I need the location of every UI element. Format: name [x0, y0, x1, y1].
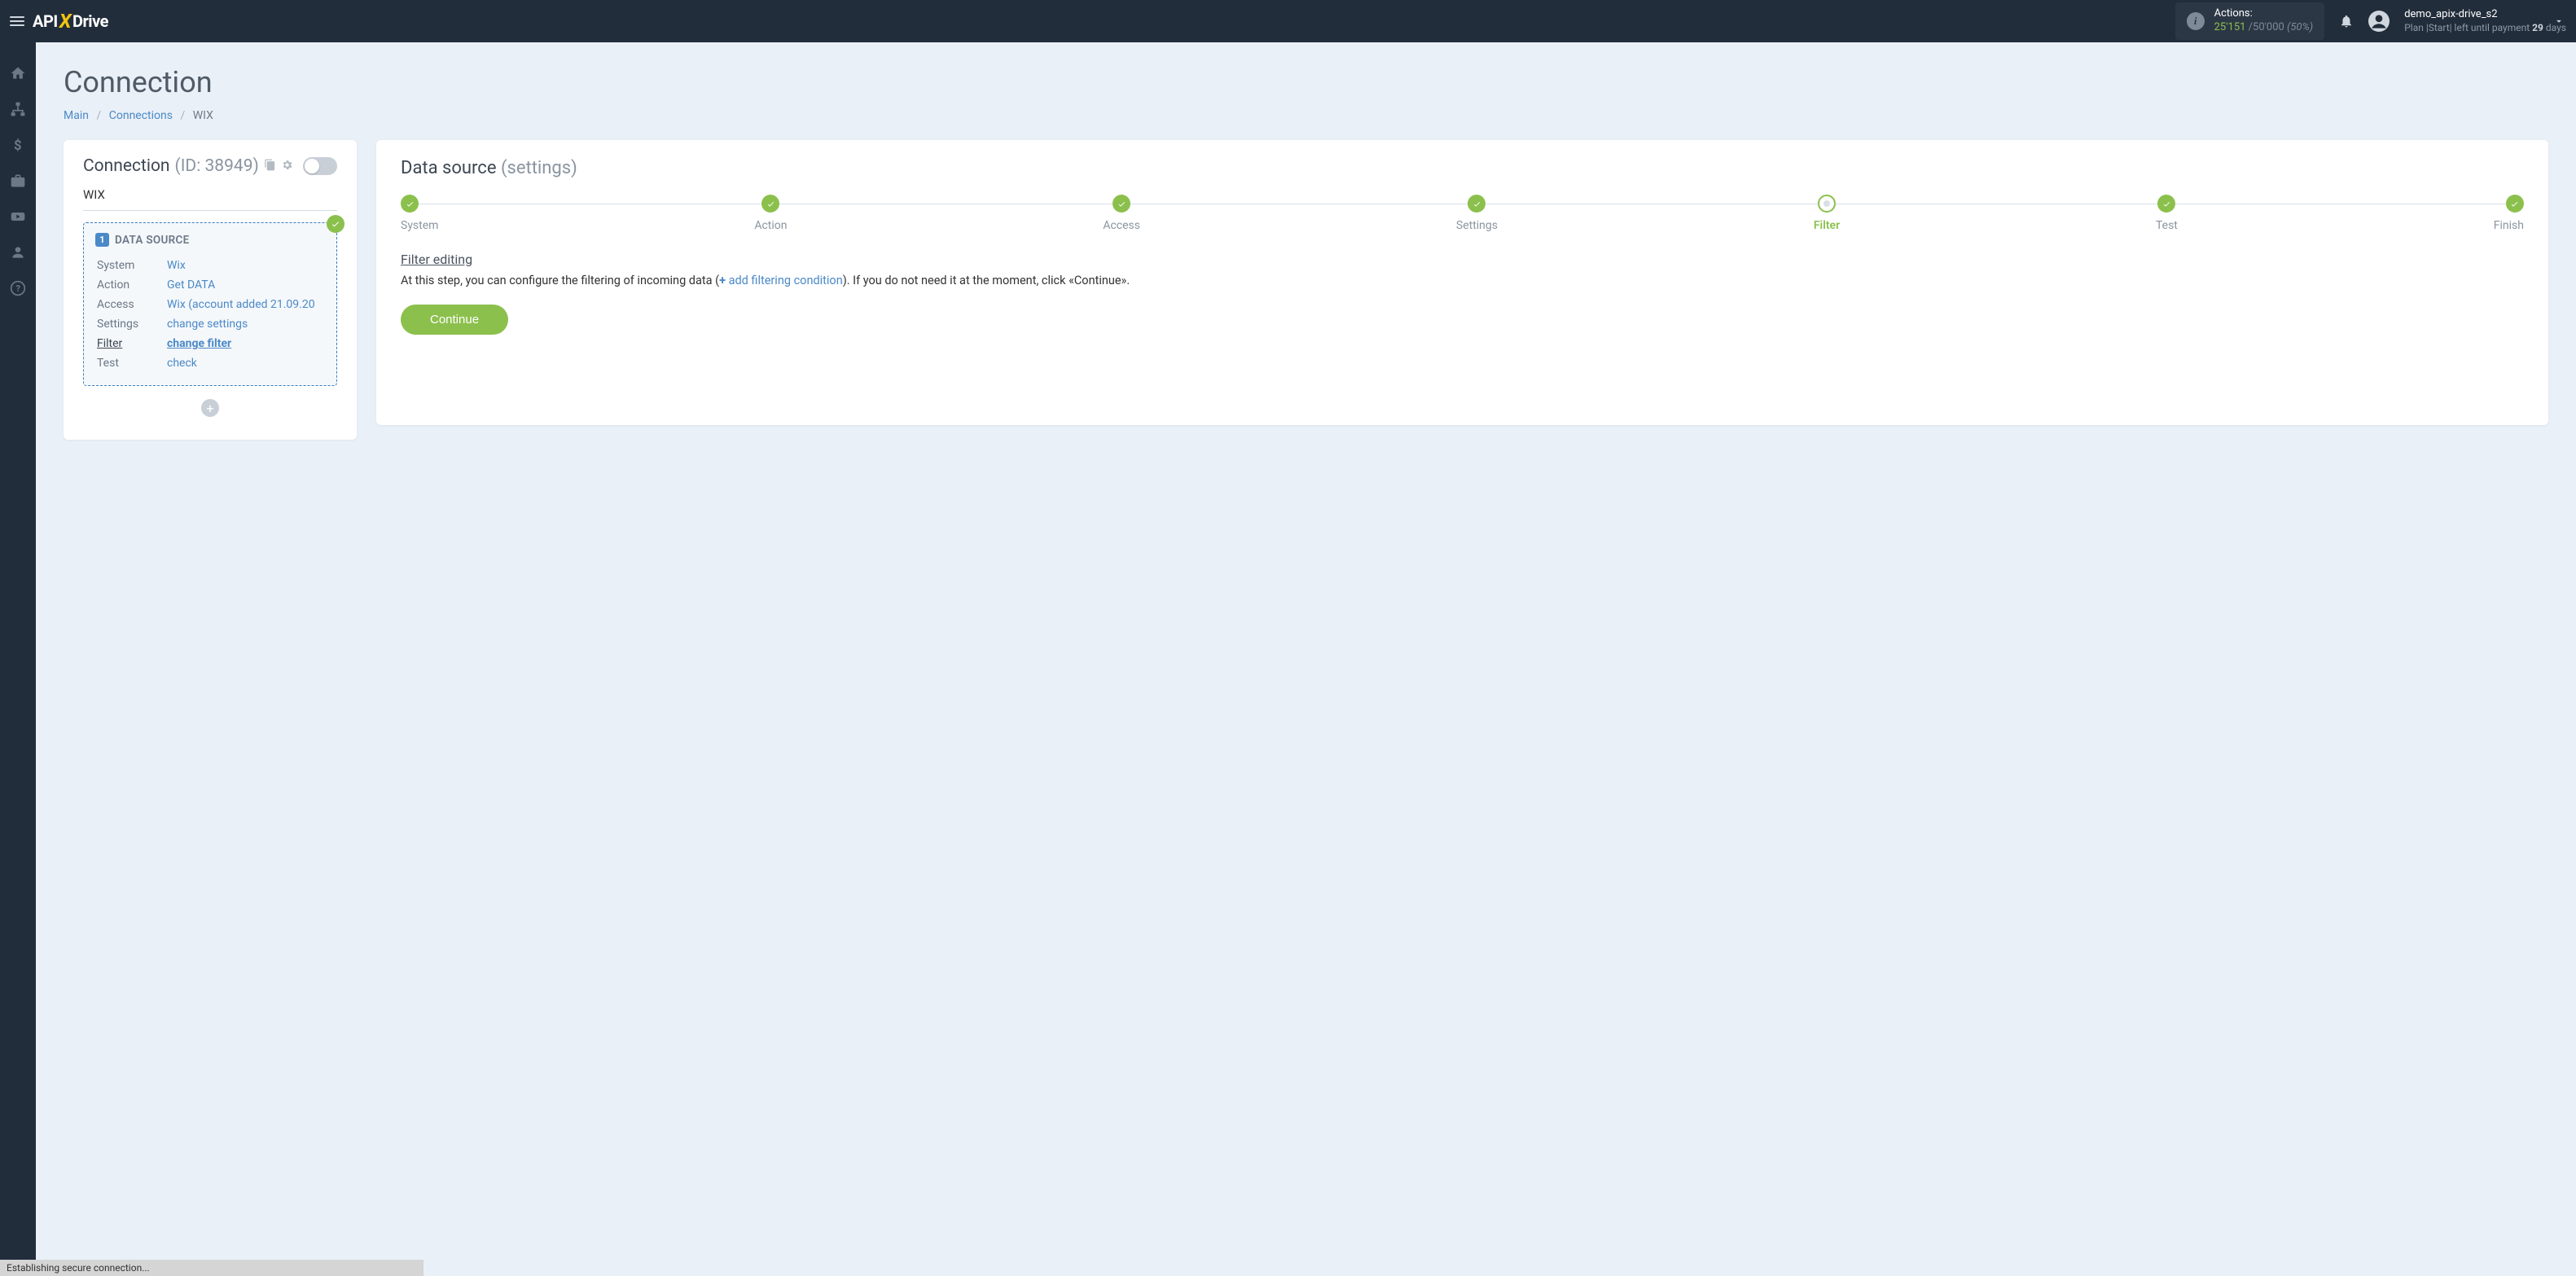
svg-text:?: ?: [16, 283, 20, 294]
youtube-icon[interactable]: [0, 208, 36, 225]
main-area: Connection Main / Connections / WIX Conn…: [36, 42, 2576, 463]
ds-filter-link[interactable]: change filter: [167, 337, 231, 350]
dollar-icon[interactable]: $: [0, 137, 36, 153]
help-icon[interactable]: ?: [0, 280, 36, 296]
step-check-icon: [1468, 195, 1485, 213]
connection-card: Connection (ID: 38949) WIX 1 DATA SOURCE…: [64, 140, 357, 440]
step-label: Finish: [2494, 219, 2524, 232]
step-action[interactable]: Action: [754, 195, 787, 232]
ds-row-filter: Filterchange filter: [97, 335, 323, 353]
ds-test-link[interactable]: check: [167, 357, 197, 370]
status-bar: Establishing secure connection...: [0, 1260, 423, 1276]
ds-settings-link[interactable]: change settings: [167, 318, 248, 331]
step-check-icon: [401, 195, 419, 213]
data-source-title: 1 DATA SOURCE: [95, 233, 325, 247]
step-settings[interactable]: Settings: [1456, 195, 1498, 232]
stepper: System Action Access Settings Filter Test Fini…: [401, 195, 2524, 232]
ds-row-access: AccessWix (account added 21.09.20: [97, 296, 323, 314]
ds-access-value[interactable]: Wix (account added 21.09.20: [167, 298, 323, 311]
step-label: Access: [1103, 219, 1140, 232]
step-check-icon: [761, 195, 779, 213]
step-label: Test: [2156, 219, 2178, 232]
step-system[interactable]: System: [401, 195, 438, 232]
connection-name[interactable]: WIX: [83, 187, 337, 211]
home-icon[interactable]: [0, 65, 36, 81]
actions-limit: 50'000: [2253, 21, 2284, 33]
actions-used: 25'151: [2214, 21, 2246, 33]
chevron-down-icon[interactable]: [2553, 15, 2565, 27]
ds-row-action: ActionGet DATA: [97, 276, 323, 294]
add-destination-button[interactable]: +: [201, 399, 219, 417]
step-finish[interactable]: Finish: [2494, 195, 2524, 232]
logo[interactable]: API X Drive: [33, 10, 108, 33]
section-title: Filter editing: [401, 252, 2524, 267]
settings-card: Data source (settings) System Action Acces…: [376, 140, 2548, 425]
copy-icon[interactable]: [264, 159, 276, 174]
step-check-icon: [2506, 195, 2524, 213]
ds-row-settings: Settingschange settings: [97, 315, 323, 333]
avatar-icon[interactable]: [2368, 11, 2389, 32]
actions-label: Actions:: [2214, 7, 2314, 21]
data-source-number: 1: [95, 233, 109, 247]
step-current-icon: [1818, 195, 1836, 213]
logo-api: API: [33, 11, 58, 31]
step-test[interactable]: Test: [2156, 195, 2178, 232]
user-block[interactable]: demo_apix-drive_s2 Plan |Start| left unt…: [2404, 8, 2566, 34]
step-label: System: [401, 219, 438, 232]
breadcrumb: Main / Connections / WIX: [64, 109, 2548, 122]
plan-info: Plan |Start| left until payment 29 days: [2404, 22, 2566, 35]
check-icon: [327, 215, 344, 233]
ds-row-test: Testcheck: [97, 354, 323, 372]
top-navbar: API X Drive i Actions: 25'151 /50'000 (5…: [0, 0, 2576, 42]
breadcrumb-connections[interactable]: Connections: [109, 109, 173, 122]
breadcrumb-main[interactable]: Main: [64, 109, 89, 122]
left-sidebar: $ ?: [0, 42, 36, 1276]
section-description: At this step, you can configure the filt…: [401, 272, 2524, 290]
menu-toggle-icon[interactable]: [10, 16, 24, 26]
logo-drive: Drive: [72, 11, 108, 31]
briefcase-icon[interactable]: [0, 173, 36, 189]
connection-enable-toggle[interactable]: [303, 157, 337, 175]
logo-x: X: [59, 10, 71, 33]
actions-sep: /: [2245, 21, 2253, 33]
ds-row-system: SystemWix: [97, 257, 323, 274]
actions-counter[interactable]: i Actions: 25'151 /50'000 (50%): [2175, 2, 2325, 40]
connection-card-title: Connection (ID: 38949): [83, 156, 337, 176]
info-icon: i: [2187, 12, 2205, 30]
continue-button[interactable]: Continue: [401, 305, 508, 335]
add-filter-link[interactable]: + add filtering condition: [719, 274, 843, 287]
page-title: Connection: [64, 65, 2548, 99]
step-label: Action: [754, 219, 787, 232]
bell-icon[interactable]: [2339, 14, 2354, 29]
data-source-box[interactable]: 1 DATA SOURCE SystemWix ActionGet DATA A…: [83, 222, 337, 386]
username: demo_apix-drive_s2: [2404, 8, 2566, 22]
step-access[interactable]: Access: [1103, 195, 1140, 232]
ds-system-value[interactable]: Wix: [167, 259, 186, 272]
gear-icon[interactable]: [281, 159, 293, 174]
actions-pct: (50%): [2287, 21, 2313, 33]
step-check-icon: [2157, 195, 2175, 213]
svg-text:$: $: [14, 138, 22, 153]
step-label: Filter: [1814, 219, 1840, 232]
user-icon[interactable]: [0, 244, 36, 261]
step-label: Settings: [1456, 219, 1498, 232]
step-filter[interactable]: Filter: [1814, 195, 1840, 232]
step-check-icon: [1112, 195, 1130, 213]
sitemap-icon[interactable]: [0, 101, 36, 117]
breadcrumb-current: WIX: [193, 109, 213, 122]
ds-action-value[interactable]: Get DATA: [167, 278, 215, 292]
settings-card-title: Data source (settings): [401, 158, 2524, 178]
